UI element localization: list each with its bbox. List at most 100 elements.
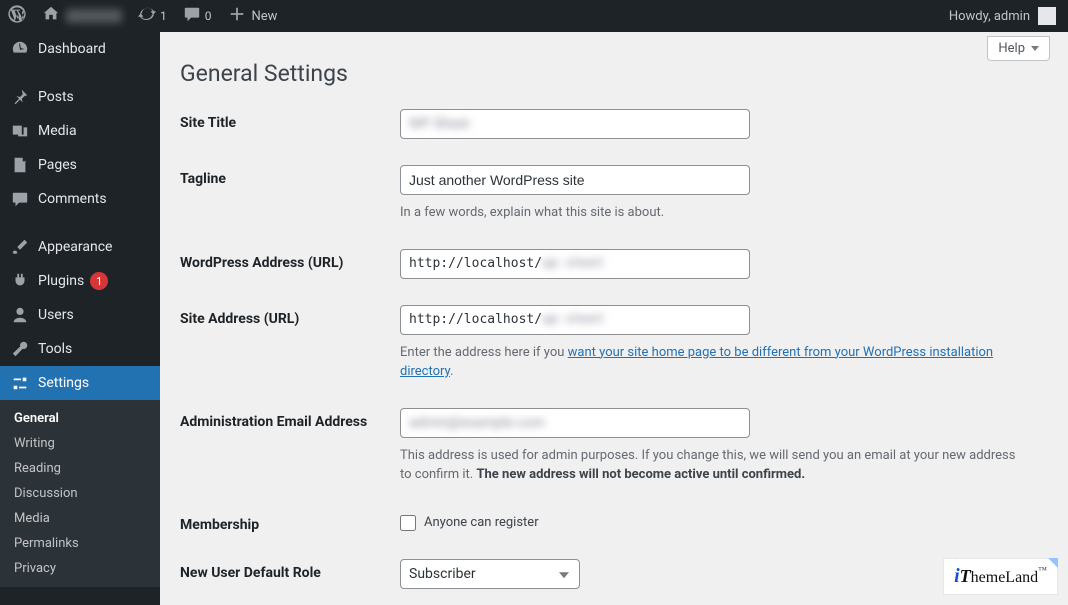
help-tab[interactable]: Help — [987, 36, 1050, 61]
admin-toolbar: 1 0 New Howdy, admin — [0, 0, 1068, 32]
membership-checkbox[interactable] — [400, 515, 416, 531]
admin-email-desc-strong: The new address will not become active u… — [476, 467, 805, 482]
page-title: General Settings — [180, 60, 1048, 87]
site-url-input[interactable]: http://localhost/wp-sheet — [400, 305, 750, 335]
wp-url-value-blurred: wp-sheet — [542, 256, 605, 271]
account-menu[interactable]: Howdy, admin — [949, 7, 1068, 25]
row-wp-url: WordPress Address (URL) http://localhost… — [180, 249, 1048, 279]
wordpress-icon — [8, 5, 26, 27]
brand-t: T — [960, 566, 971, 586]
new-label: New — [252, 9, 278, 24]
sidebar-label: Pages — [38, 157, 77, 173]
row-default-role: New User Default Role Subscriber — [180, 559, 1048, 589]
help-label: Help — [998, 41, 1025, 56]
chevron-down-icon — [1031, 46, 1039, 51]
refresh-icon — [138, 5, 156, 27]
updates-count: 1 — [160, 9, 167, 23]
comment-icon — [183, 5, 201, 27]
sidebar-item-pages[interactable]: Pages — [0, 148, 160, 182]
membership-checkbox-wrap[interactable]: Anyone can register — [400, 511, 1048, 531]
wp-url-value-visible: http://localhost/ — [409, 256, 542, 271]
site-url-label: Site Address (URL) — [180, 305, 400, 327]
sidebar-item-tools[interactable]: Tools — [0, 332, 160, 366]
sidebar-label: Users — [38, 307, 74, 323]
brand-badge: iThemeLand™ — [943, 558, 1058, 595]
sidebar-item-posts[interactable]: Posts — [0, 80, 160, 114]
tagline-label: Tagline — [180, 165, 400, 187]
sidebar-item-appearance[interactable]: Appearance — [0, 230, 160, 264]
submenu-privacy[interactable]: Privacy — [0, 556, 160, 581]
admin-email-label: Administration Email Address — [180, 408, 400, 430]
sidebar-label: Appearance — [38, 239, 112, 255]
site-url-desc: Enter the address here if you want your … — [400, 343, 1020, 382]
site-url-value-blurred: wp-sheet — [542, 312, 605, 327]
wp-url-label: WordPress Address (URL) — [180, 249, 400, 271]
wp-logo[interactable] — [0, 0, 34, 32]
home-icon — [42, 5, 60, 27]
sidebar-label: Posts — [38, 89, 74, 105]
site-url-desc-post: . — [450, 364, 453, 379]
submenu-discussion[interactable]: Discussion — [0, 481, 160, 506]
sidebar-label: Settings — [38, 375, 89, 391]
updates-link[interactable]: 1 — [130, 0, 175, 32]
sidebar-item-comments[interactable]: Comments — [0, 182, 160, 216]
plugin-icon — [10, 271, 30, 291]
comments-link[interactable]: 0 — [175, 0, 220, 32]
admin-sidebar: Dashboard Posts Media Pages Comments App… — [0, 32, 160, 605]
submenu-general[interactable]: General — [0, 406, 160, 431]
brush-icon — [10, 237, 30, 257]
new-content[interactable]: New — [220, 0, 286, 32]
site-link[interactable] — [34, 0, 130, 32]
admin-email-value-blurred: admin@example.com — [409, 415, 545, 431]
content-area: Help General Settings Site Title WP Shee… — [160, 32, 1068, 605]
comment-icon — [10, 189, 30, 209]
page-icon — [10, 155, 30, 175]
sidebar-item-plugins[interactable]: Plugins 1 — [0, 264, 160, 298]
site-title-label: Site Title — [180, 109, 400, 131]
row-tagline: Tagline In a few words, explain what thi… — [180, 165, 1048, 223]
settings-submenu: General Writing Reading Discussion Media… — [0, 400, 160, 587]
comments-count: 0 — [205, 9, 212, 23]
sidebar-item-users[interactable]: Users — [0, 298, 160, 332]
sidebar-label: Media — [38, 123, 77, 139]
user-icon — [10, 305, 30, 325]
brand-rest: hemeLand — [971, 569, 1039, 586]
default-role-value: Subscriber — [409, 566, 476, 582]
site-title-input[interactable]: WP Sheet — [400, 109, 750, 139]
badge-fold-icon — [1048, 558, 1058, 568]
wp-url-input[interactable]: http://localhost/wp-sheet — [400, 249, 750, 279]
row-admin-email: Administration Email Address admin@examp… — [180, 408, 1048, 485]
submenu-media[interactable]: Media — [0, 506, 160, 531]
admin-email-input[interactable]: admin@example.com — [400, 408, 750, 438]
wrench-icon — [10, 339, 30, 359]
sidebar-item-media[interactable]: Media — [0, 114, 160, 148]
site-title-value-blurred: WP Sheet — [409, 116, 469, 132]
dashboard-icon — [10, 39, 30, 59]
sidebar-label: Tools — [38, 341, 72, 357]
membership-checkbox-label: Anyone can register — [424, 515, 539, 530]
brand-tm: ™ — [1038, 565, 1047, 575]
sidebar-item-dashboard[interactable]: Dashboard — [0, 32, 160, 66]
submenu-writing[interactable]: Writing — [0, 431, 160, 456]
default-role-label: New User Default Role — [180, 559, 400, 581]
site-url-value-visible: http://localhost/ — [409, 312, 542, 327]
howdy-text: Howdy, admin — [949, 9, 1030, 24]
media-icon — [10, 121, 30, 141]
default-role-select[interactable]: Subscriber — [400, 559, 580, 589]
submenu-permalinks[interactable]: Permalinks — [0, 531, 160, 556]
sliders-icon — [10, 373, 30, 393]
membership-label: Membership — [180, 511, 400, 533]
tagline-input[interactable] — [400, 165, 750, 195]
row-site-title: Site Title WP Sheet — [180, 109, 1048, 139]
sidebar-label: Dashboard — [38, 41, 106, 57]
submenu-reading[interactable]: Reading — [0, 456, 160, 481]
admin-email-desc: This address is used for admin purposes.… — [400, 446, 1020, 485]
site-name-blurred — [66, 9, 122, 23]
pin-icon — [10, 87, 30, 107]
site-url-desc-pre: Enter the address here if you — [400, 345, 568, 360]
row-membership: Membership Anyone can register — [180, 511, 1048, 533]
row-site-url: Site Address (URL) http://localhost/wp-s… — [180, 305, 1048, 382]
plugins-update-badge: 1 — [90, 272, 108, 290]
sidebar-item-settings[interactable]: Settings — [0, 366, 160, 400]
sidebar-label: Comments — [38, 191, 107, 207]
